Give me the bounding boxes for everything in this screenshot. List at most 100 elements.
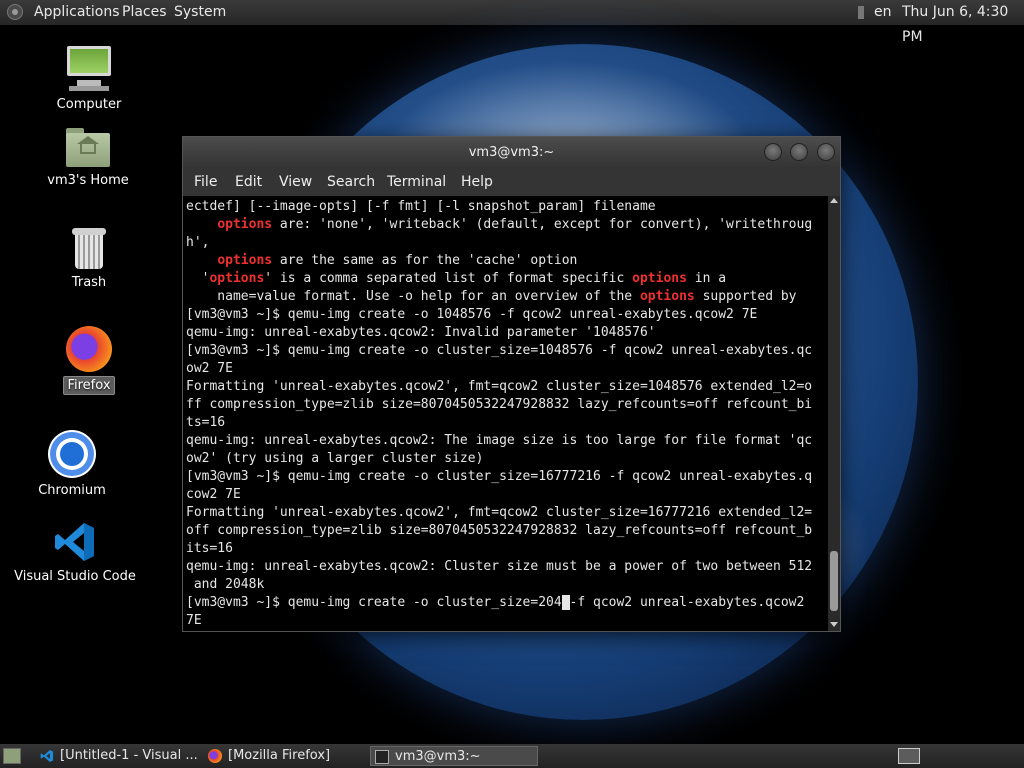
terminal-line: [vm3@vm3 ~]$ qemu-img create -o cluster_… xyxy=(186,594,828,612)
computer-icon xyxy=(65,46,113,92)
maximize-button[interactable] xyxy=(790,143,808,161)
terminal-line: ts=16 xyxy=(186,414,828,432)
terminal-segment: Formatting 'unreal-exabytes.qcow2', fmt=… xyxy=(186,379,813,394)
terminal-segment: [vm3@vm3 ~]$ qemu-img create -o 1048576 … xyxy=(186,307,758,322)
desktop-icon-trash[interactable]: Trash xyxy=(58,228,120,291)
terminal-segment xyxy=(186,253,217,268)
highlighted-keyword: options xyxy=(209,271,265,286)
terminal-segment: its=16 xyxy=(186,541,233,556)
terminal-line: qemu-img: unreal-exabytes.qcow2: The ima… xyxy=(186,432,828,450)
terminal-line: [vm3@vm3 ~]$ qemu-img create -o 1048576 … xyxy=(186,306,828,324)
terminal-segment: in a xyxy=(686,271,727,286)
terminal-output[interactable]: ectdef] [--image-opts] [-f fmt] [-l snap… xyxy=(183,196,828,631)
menu-edit[interactable]: Edit xyxy=(235,168,262,196)
terminal-segment: h', xyxy=(186,235,210,250)
terminal-text: ectdef] [--image-opts] [-f fmt] [-l snap… xyxy=(183,196,828,630)
terminal-line: options are: 'none', 'writeback' (defaul… xyxy=(186,216,828,234)
clock[interactable]: Thu Jun 6, 4:30 PM xyxy=(902,0,1024,50)
terminal-segment xyxy=(186,217,217,232)
terminal-line: cow2 7E xyxy=(186,486,828,504)
terminal-menubar: File Edit View Search Terminal Help xyxy=(183,168,840,196)
keyboard-layout-indicator[interactable]: en xyxy=(874,0,892,25)
terminal-line: qemu-img: unreal-exabytes.qcow2: Cluster… xyxy=(186,558,828,576)
scroll-up-arrow-icon[interactable] xyxy=(830,198,838,203)
firefox-icon xyxy=(208,749,222,763)
firefox-icon xyxy=(66,326,112,372)
terminal-segment: ff compression_type=zlib size=8070450532… xyxy=(186,397,813,412)
menu-file[interactable]: File xyxy=(194,168,217,196)
terminal-window[interactable]: vm3@vm3:~ File Edit View Search Terminal… xyxy=(182,136,841,632)
bottom-panel: [Untitled-1 - Visual ... [Mozilla Firefo… xyxy=(0,744,1024,768)
desktop-icon-computer[interactable]: Computer xyxy=(48,46,130,113)
vscode-icon xyxy=(40,749,54,763)
terminal-segment: [vm3@vm3 ~]$ qemu-img create -o cluster_… xyxy=(186,595,562,610)
scrollbar-thumb[interactable] xyxy=(830,551,838,611)
highlighted-keyword: options xyxy=(217,253,273,268)
menu-search[interactable]: Search xyxy=(327,168,375,196)
minimize-button[interactable] xyxy=(764,143,782,161)
desktop-icon-chromium[interactable]: Chromium xyxy=(32,430,112,499)
system-menu[interactable]: System xyxy=(174,0,226,25)
chromium-icon xyxy=(48,430,96,478)
desktop-icon-home[interactable]: vm3's Home xyxy=(38,128,138,189)
taskbar-item-vscode[interactable]: [Untitled-1 - Visual ... xyxy=(36,746,198,766)
terminal-line: ff compression_type=zlib size=8070450532… xyxy=(186,396,828,414)
terminal-line: h', xyxy=(186,234,828,252)
terminal-segment: name=value format. Use -o help for an ov… xyxy=(186,289,640,304)
terminal-segment: supported by xyxy=(694,289,797,304)
menu-help[interactable]: Help xyxy=(461,168,493,196)
applications-menu-icon[interactable] xyxy=(7,4,23,20)
terminal-line: its=16 xyxy=(186,540,828,558)
terminal-line: 7E xyxy=(186,612,828,630)
trash-icon xyxy=(72,228,106,270)
window-title: vm3@vm3:~ xyxy=(468,145,555,160)
terminal-line: name=value format. Use -o help for an ov… xyxy=(186,288,828,306)
home-folder-icon xyxy=(66,128,110,168)
desktop-icon-vscode[interactable]: Visual Studio Code xyxy=(10,520,140,585)
desktop-icon-label: Computer xyxy=(56,97,122,112)
taskbar-item-firefox[interactable]: [Mozilla Firefox] xyxy=(204,746,364,766)
panel-handle xyxy=(858,6,864,19)
top-panel: Applications Places System en Thu Jun 6,… xyxy=(0,0,1024,45)
highlighted-keyword: options xyxy=(217,217,273,232)
show-desktop-icon[interactable] xyxy=(3,748,21,764)
terminal-segment: ' xyxy=(186,271,210,286)
taskbar-item-label: vm3@vm3:~ xyxy=(395,749,481,764)
terminal-segment: [vm3@vm3 ~]$ qemu-img create -o cluster_… xyxy=(186,469,813,484)
terminal-segment: ow2 7E xyxy=(186,361,233,376)
window-titlebar[interactable]: vm3@vm3:~ xyxy=(183,137,840,168)
terminal-segment: Formatting 'unreal-exabytes.qcow2', fmt=… xyxy=(186,505,813,520)
terminal-icon xyxy=(375,750,389,764)
scroll-down-arrow-icon[interactable] xyxy=(830,622,838,627)
terminal-segment: ts=16 xyxy=(186,415,226,430)
applications-menu[interactable]: Applications xyxy=(34,0,120,25)
terminal-segment: off compression_type=zlib size=807045053… xyxy=(186,523,813,538)
places-menu[interactable]: Places xyxy=(122,0,167,25)
terminal-line: Formatting 'unreal-exabytes.qcow2', fmt=… xyxy=(186,504,828,522)
menu-view[interactable]: View xyxy=(279,168,312,196)
terminal-segment: are: 'none', 'writeback' (default, excep… xyxy=(272,217,813,232)
desktop-icon-firefox[interactable]: Firefox xyxy=(58,326,120,395)
workspace-switcher[interactable] xyxy=(898,748,920,764)
taskbar-item-label: [Untitled-1 - Visual ... xyxy=(60,748,198,763)
menu-terminal[interactable]: Terminal xyxy=(387,168,446,196)
terminal-segment: [vm3@vm3 ~]$ qemu-img create -o cluster_… xyxy=(186,343,813,358)
terminal-scrollbar[interactable] xyxy=(828,196,840,631)
desktop-icon-label: Firefox xyxy=(63,376,115,395)
terminal-segment: ectdef] [--image-opts] [-f fmt] [-l snap… xyxy=(186,199,656,214)
terminal-segment: cow2 7E xyxy=(186,487,241,502)
highlighted-keyword: options xyxy=(632,271,687,286)
terminal-segment: are the same as for the 'cache' option xyxy=(272,253,578,268)
terminal-segment: ow2' (try using a larger cluster size) xyxy=(186,451,484,466)
terminal-line: off compression_type=zlib size=807045053… xyxy=(186,522,828,540)
terminal-segment: qemu-img: unreal-exabytes.qcow2: Invalid… xyxy=(186,325,656,340)
close-button[interactable] xyxy=(817,143,835,161)
terminal-segment: 7E xyxy=(186,613,202,628)
terminal-segment: ' is a comma separated list of format sp… xyxy=(264,271,633,286)
highlighted-keyword: options xyxy=(639,289,695,304)
taskbar-item-terminal[interactable]: vm3@vm3:~ xyxy=(370,746,538,766)
desktop-icon-label: Visual Studio Code xyxy=(14,569,136,584)
terminal-segment: and 2048k xyxy=(186,577,265,592)
terminal-segment: qemu-img: unreal-exabytes.qcow2: The ima… xyxy=(186,433,813,448)
terminal-cursor xyxy=(561,595,570,610)
